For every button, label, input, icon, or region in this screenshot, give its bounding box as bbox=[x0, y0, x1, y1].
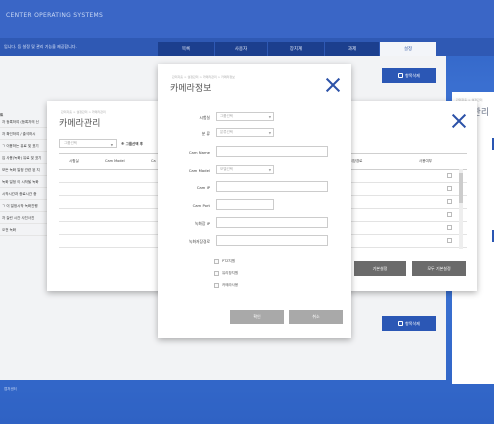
system-title: CENTER OPERATING SYSTEMS bbox=[6, 12, 104, 19]
set-wrong-button-top[interactable]: 항목삭제 bbox=[382, 68, 436, 83]
rec-all-button[interactable]: 모두 기본설정 bbox=[412, 261, 466, 276]
scrollbar-thumb[interactable] bbox=[459, 173, 463, 203]
tab-tasks[interactable]: 과제 bbox=[325, 42, 379, 56]
camera-use-label: 카메라사용 bbox=[222, 283, 239, 287]
camera-use-checkbox[interactable]: 카메라사용 bbox=[214, 283, 238, 288]
window-checkbox[interactable]: 유리창지원 bbox=[214, 271, 238, 276]
chevron-down-icon: ▼ bbox=[110, 143, 113, 147]
tab-devices[interactable]: 장치계 bbox=[268, 42, 324, 56]
use-checkbox[interactable] bbox=[447, 186, 452, 191]
rec-ip-label: 녹화장 IP bbox=[194, 221, 210, 226]
use-checkbox[interactable] bbox=[447, 212, 452, 217]
col-cam-model: Cam Model bbox=[105, 159, 125, 163]
chevron-down-icon: ▼ bbox=[268, 115, 271, 119]
close-icon[interactable] bbox=[451, 113, 467, 129]
group-select[interactable]: 분류선택 ▼ bbox=[216, 128, 274, 137]
use-checkbox[interactable] bbox=[447, 238, 452, 243]
confirm-button[interactable]: 확인 bbox=[230, 310, 284, 324]
cam-model-select-value: 모델선택 bbox=[220, 167, 233, 171]
breadcrumb: 관리자홈 > 설정관리 > 카메라관리 > 카메라정보 bbox=[172, 75, 235, 79]
camera-info-modal: 관리자홈 > 설정관리 > 카메라관리 > 카메라정보 카메라정보 시험실 그룹… bbox=[158, 64, 351, 338]
ptz-checkbox[interactable]: PTZ지원 bbox=[214, 259, 235, 264]
modal-title: 카메라정보 bbox=[170, 84, 212, 94]
rec-single-button[interactable]: 기본설정 bbox=[354, 261, 406, 276]
col-cam: Ca bbox=[151, 159, 156, 163]
list-icon bbox=[398, 321, 404, 326]
tab-settings[interactable]: 설정 bbox=[380, 42, 436, 56]
chevron-down-icon: ▼ bbox=[268, 168, 271, 172]
scrollbar[interactable] bbox=[459, 169, 463, 249]
close-icon[interactable] bbox=[325, 77, 341, 93]
footer-text: 캡처센터 bbox=[4, 387, 17, 391]
checkbox-icon[interactable] bbox=[214, 283, 219, 288]
tab-users[interactable]: 사용자 bbox=[215, 42, 267, 56]
cam-name-input[interactable] bbox=[216, 146, 328, 157]
top-bar: CENTER OPERATING SYSTEMS bbox=[0, 0, 494, 38]
notice-text: 입니다. 등 설정 및 관리 기능을 제공합니다. bbox=[4, 44, 77, 49]
use-checkbox[interactable] bbox=[447, 173, 452, 178]
cam-model-select[interactable]: 모델선택 ▼ bbox=[216, 165, 274, 174]
rec-path-input[interactable] bbox=[216, 235, 328, 246]
set-wrong-label: 항목삭제 bbox=[405, 320, 420, 326]
cam-port-label: Cam Port bbox=[192, 203, 210, 208]
room-select-value: 그룹선택 bbox=[220, 114, 233, 118]
checkbox-icon[interactable] bbox=[214, 271, 219, 276]
cam-model-label: Cam Model bbox=[188, 168, 210, 173]
rec-path-label: 녹화저장경로 bbox=[189, 239, 210, 244]
set-wrong-label: 항목삭제 bbox=[405, 72, 420, 78]
modal-title: 카메라관리 bbox=[59, 119, 101, 129]
col-room: 시험실 bbox=[69, 159, 79, 163]
set-wrong-button-bottom[interactable]: 항목삭제 bbox=[382, 316, 436, 331]
breadcrumb: 관리자홈 > 설정관리 > 카메라관리 bbox=[61, 110, 106, 114]
rec-ip-input[interactable] bbox=[216, 217, 328, 228]
room-select[interactable]: 그룹선택 ▼ bbox=[216, 112, 274, 121]
checkbox-icon[interactable] bbox=[214, 259, 219, 264]
cam-port-input[interactable] bbox=[216, 199, 274, 210]
window-label: 유리창지원 bbox=[222, 271, 239, 275]
cam-ip-input[interactable] bbox=[216, 181, 328, 192]
cam-name-label: Cam Name bbox=[188, 150, 210, 155]
ptz-label: PTZ지원 bbox=[222, 259, 236, 263]
list-icon bbox=[398, 73, 404, 78]
use-checkbox[interactable] bbox=[447, 199, 452, 204]
chevron-down-icon: ▼ bbox=[268, 131, 271, 135]
group-select[interactable]: 그룹선택 ▼ bbox=[59, 139, 117, 148]
group-select-value: 그룹선택 bbox=[64, 141, 77, 145]
group-label: 분 류 bbox=[201, 131, 210, 136]
col-use: 사용여부 bbox=[419, 159, 432, 163]
cam-ip-label: Cam IP bbox=[196, 185, 210, 190]
group-select-value: 분류선택 bbox=[220, 130, 233, 134]
cancel-button[interactable]: 취소 bbox=[289, 310, 343, 324]
use-checkbox[interactable] bbox=[447, 225, 452, 230]
room-label: 시험실 bbox=[199, 115, 210, 120]
tab-list[interactable]: 목록 bbox=[158, 42, 214, 56]
group-note: ※ 그룹선택 후 bbox=[121, 142, 143, 146]
